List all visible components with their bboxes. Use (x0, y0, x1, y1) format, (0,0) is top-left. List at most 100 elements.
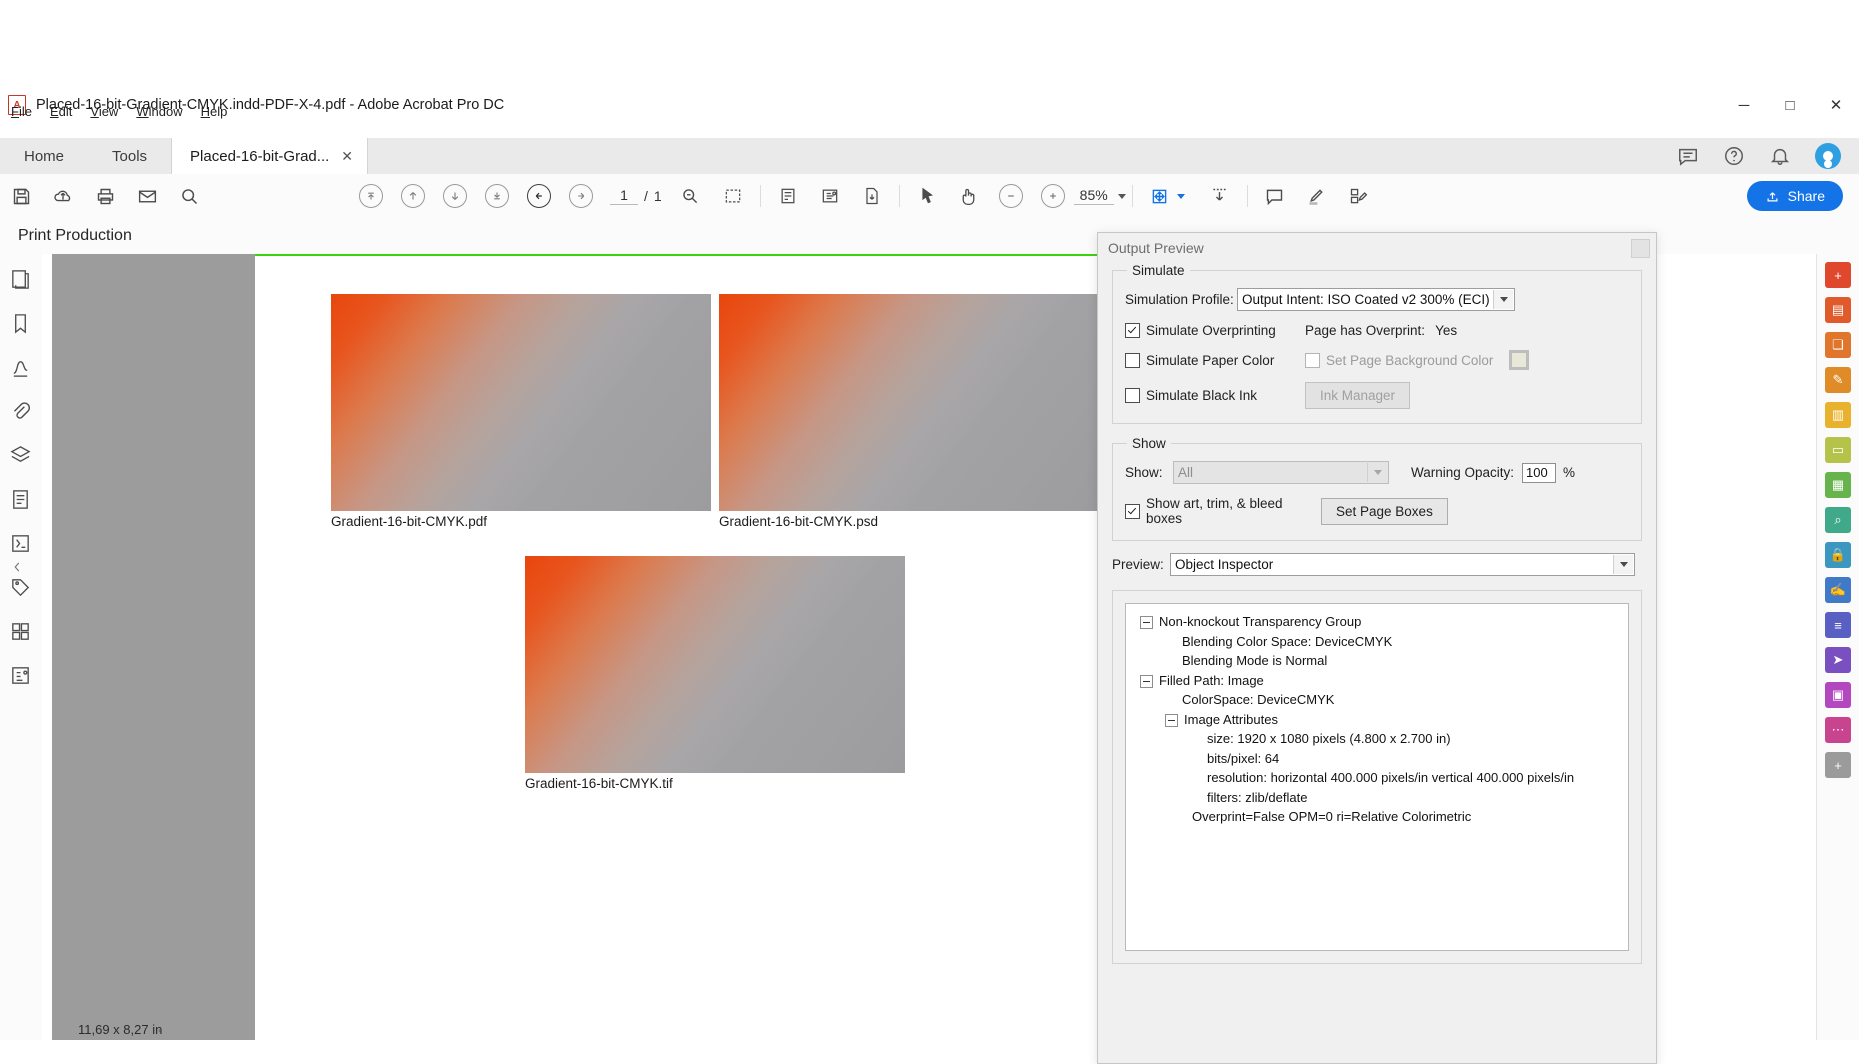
select-tool-icon[interactable] (906, 175, 948, 217)
previous-page-icon[interactable] (392, 175, 434, 217)
set-page-boxes-button[interactable]: Set Page Boxes (1321, 497, 1448, 525)
inspector-line[interactable]: resolution: horizontal 400.000 pixels/in… (1132, 768, 1622, 788)
page-thumbnails-panel-icon[interactable] (9, 268, 33, 292)
export-pdf-icon[interactable] (851, 175, 893, 217)
cloud-upload-icon[interactable] (42, 175, 84, 217)
tree-collapse-icon[interactable] (1140, 616, 1153, 629)
fit-page-chevron-icon[interactable] (1176, 193, 1185, 199)
tab-tools[interactable]: Tools (88, 138, 172, 174)
organize-pages-icon[interactable]: ▦ (1825, 472, 1851, 498)
inspector-line[interactable]: Filled Path: Image (1132, 671, 1622, 691)
chevron-down-icon[interactable] (1117, 193, 1126, 199)
help-icon[interactable] (1723, 145, 1745, 167)
simulate-black-ink-checkbox[interactable]: Simulate Black Ink (1125, 388, 1305, 403)
simulation-profile-select[interactable]: Output Intent: ISO Coated v2 300% (ECI) (1237, 288, 1515, 311)
hand-tool-icon[interactable] (948, 175, 990, 217)
add-tool-icon[interactable]: + (1825, 262, 1851, 288)
send-for-signature-icon[interactable]: ➤ (1825, 647, 1851, 673)
layers-panel-icon[interactable] (9, 444, 33, 468)
comment-tool-icon[interactable]: ▭ (1825, 437, 1851, 463)
create-pdf-icon[interactable]: ▤ (1825, 297, 1851, 323)
object-inspector-tree[interactable]: Non-knockout Transparency Group Blending … (1125, 603, 1629, 951)
menu-help[interactable]: Help (192, 102, 237, 121)
highlight-icon[interactable] (1296, 175, 1338, 217)
inspector-line[interactable]: size: 1920 x 1080 pixels (4.800 x 2.700 … (1132, 729, 1622, 749)
zoom-level-value[interactable]: 85% (1073, 187, 1114, 205)
next-view-icon[interactable] (560, 175, 602, 217)
menu-window[interactable]: Window (127, 102, 191, 121)
order-panel-icon[interactable] (9, 620, 33, 644)
email-icon[interactable] (126, 175, 168, 217)
scan-ocr-icon[interactable]: ⌕ (1825, 507, 1851, 533)
scroll-left-icon[interactable]: ‹ (158, 1025, 162, 1037)
menu-edit[interactable]: Edit (41, 102, 81, 121)
simulate-paper-color-checkbox[interactable]: Simulate Paper Color (1125, 352, 1305, 368)
inspector-line[interactable]: Non-knockout Transparency Group (1132, 612, 1622, 632)
simulate-overprinting-checkbox[interactable]: Simulate Overprinting (1125, 323, 1305, 338)
page-thumbnails-icon[interactable] (767, 175, 809, 217)
read-aloud-icon[interactable] (809, 175, 851, 217)
inspector-line[interactable]: Blending Color Space: DeviceCMYK (1132, 632, 1622, 652)
warning-opacity-input[interactable]: 100 (1522, 462, 1557, 483)
combine-files-icon[interactable]: ❏ (1825, 332, 1851, 358)
previous-view-icon[interactable] (518, 175, 560, 217)
avatar[interactable] (1815, 143, 1841, 169)
ink-manager-button[interactable]: Ink Manager (1305, 382, 1411, 409)
inspector-line[interactable]: filters: zlib/deflate (1132, 788, 1622, 808)
tab-document[interactable]: Placed-16-bit-Grad... ✕ (171, 138, 369, 174)
inspector-line[interactable]: Overprint=False OPM=0 ri=Relative Colori… (1132, 807, 1622, 827)
close-icon[interactable] (1631, 238, 1650, 258)
more-tools-icon[interactable]: ⋯ (1825, 717, 1851, 743)
next-page-icon[interactable] (434, 175, 476, 217)
notification-bell-icon[interactable] (1769, 145, 1791, 167)
scroll-mode-icon[interactable] (1199, 175, 1241, 217)
select-rectangle-icon[interactable] (712, 175, 754, 217)
menu-view[interactable]: View (81, 102, 127, 121)
protect-icon[interactable]: 🔒 (1825, 542, 1851, 568)
fit-page-icon[interactable] (1139, 175, 1181, 217)
fill-and-sign-icon[interactable] (1338, 175, 1380, 217)
tree-collapse-icon[interactable] (1140, 674, 1153, 688)
collapse-panel-chevron-icon[interactable] (10, 560, 34, 584)
edit-pdf-icon[interactable]: ✎ (1825, 367, 1851, 393)
chevron-down-icon[interactable] (1493, 290, 1513, 309)
content-panel-icon[interactable] (9, 488, 33, 512)
page-number-input[interactable]: 1 (610, 187, 638, 205)
print-icon[interactable] (84, 175, 126, 217)
attachments-panel-icon[interactable] (9, 400, 33, 424)
standards-panel-icon[interactable] (9, 664, 33, 688)
bookmarks-panel-icon[interactable] (9, 312, 33, 336)
inspector-line[interactable]: Blending Mode is Normal (1132, 651, 1622, 671)
search-icon[interactable] (168, 175, 210, 217)
first-page-icon[interactable] (350, 175, 392, 217)
show-art-trim-bleed-checkbox[interactable]: Show art, trim, & bleed boxes (1125, 496, 1321, 526)
share-button[interactable]: Share (1746, 181, 1843, 211)
save-icon[interactable] (0, 175, 42, 217)
print-production-tool-icon[interactable]: ▣ (1825, 682, 1851, 708)
fill-sign-tool-icon[interactable]: ✍ (1825, 577, 1851, 603)
zoom-level-control[interactable]: 85% (1073, 187, 1126, 205)
add-shortcut-icon[interactable]: + (1825, 752, 1851, 778)
set-page-background-color-checkbox[interactable]: Set Page Background Color (1305, 352, 1493, 368)
page-number-control[interactable]: 1 / 1 (610, 187, 662, 205)
prepare-form-icon[interactable]: ≡ (1825, 612, 1851, 638)
tree-collapse-icon[interactable] (1165, 713, 1178, 727)
chevron-down-icon[interactable] (1613, 555, 1633, 574)
zoom-out-icon[interactable] (990, 175, 1032, 217)
marquee-zoom-icon[interactable] (670, 175, 712, 217)
preview-select[interactable]: Object Inspector (1170, 553, 1635, 576)
accessibility-tags-icon[interactable] (9, 532, 33, 556)
chevron-down-icon[interactable] (1367, 463, 1387, 482)
export-pdf-tool-icon[interactable]: ▥ (1825, 402, 1851, 428)
page-background-color-swatch[interactable] (1509, 350, 1530, 370)
inspector-line[interactable]: Image Attributes (1132, 710, 1622, 730)
tab-close-icon[interactable]: ✕ (341, 149, 353, 163)
show-select[interactable]: All (1173, 461, 1389, 484)
comment-icon[interactable] (1677, 145, 1699, 167)
signatures-panel-icon[interactable] (9, 356, 33, 380)
menu-file[interactable]: File (2, 102, 41, 121)
inspector-line[interactable]: ColorSpace: DeviceCMYK (1132, 690, 1622, 710)
add-comment-icon[interactable] (1254, 175, 1296, 217)
inspector-line[interactable]: bits/pixel: 64 (1132, 749, 1622, 769)
output-preview-header[interactable]: Output Preview (1098, 233, 1656, 263)
